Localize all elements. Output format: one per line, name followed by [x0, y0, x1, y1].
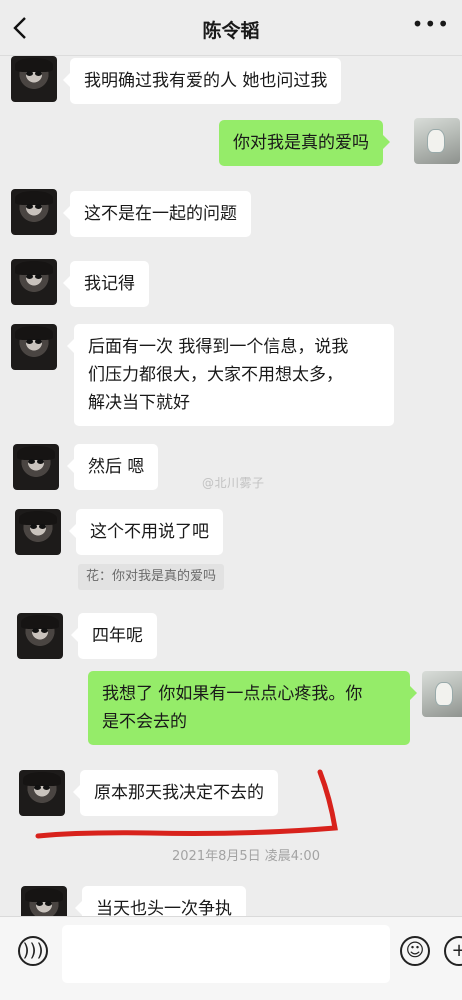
message-list[interactable]: 我明确过我有爱的人 她也问过我 你对我是真的爱吗 这不是在一起的问题 我记得 后…	[0, 56, 462, 916]
contact-avatar[interactable]	[11, 324, 57, 370]
message-bubble[interactable]: 四年呢	[71, 613, 157, 659]
message-bubble[interactable]: 原本那天我决定不去的	[73, 770, 278, 816]
message-line: 们压力都很大，大家不用想太多，	[88, 365, 343, 385]
chat-input-bar: ))) ☺ +	[0, 916, 462, 1000]
contact-avatar[interactable]	[17, 613, 63, 659]
contact-avatar[interactable]	[11, 56, 57, 102]
chat-title: 陈令韬	[202, 20, 260, 42]
message-bubble[interactable]: 我记得	[63, 261, 149, 307]
chat-header: 陈令韬 •••	[0, 0, 462, 56]
message-line: 后面有一次 我得到一个信息，说我	[88, 337, 349, 357]
contact-avatar[interactable]	[15, 509, 61, 555]
message-bubble[interactable]: 我明确过我有爱的人 她也问过我	[62, 58, 342, 104]
message-bubble[interactable]: 后面有一次 我得到一个信息，说我 们压力都很大，大家不用想太多， 解决当下就好	[67, 324, 394, 426]
voice-icon[interactable]: )))	[18, 936, 48, 966]
my-avatar[interactable]	[414, 118, 460, 164]
message-bubble-sent[interactable]: 我想了 你如果有一点点心疼我。你 是不会去的	[88, 671, 417, 745]
message-bubble[interactable]: 当天也头一次争执	[75, 886, 246, 916]
message-line: 解决当下就好	[88, 393, 190, 413]
message-bubble-sent[interactable]: 你对我是真的爱吗	[219, 120, 390, 166]
message-line: 我想了 你如果有一点点心疼我。你	[102, 684, 363, 704]
message-timestamp: 2021年8月5日 凌晨4:00	[172, 849, 320, 864]
watermark: @北川雾子	[202, 476, 265, 490]
contact-avatar[interactable]	[13, 444, 59, 490]
more-icon[interactable]: •••	[412, 12, 450, 36]
quoted-message[interactable]: 花：你对我是真的爱吗	[78, 564, 225, 590]
plus-icon[interactable]: +	[444, 936, 462, 966]
message-bubble[interactable]: 这不是在一起的问题	[63, 191, 251, 237]
message-bubble[interactable]: 这个不用说了吧	[69, 509, 223, 555]
contact-avatar[interactable]	[11, 259, 57, 305]
contact-avatar[interactable]	[21, 886, 67, 916]
my-avatar[interactable]	[422, 671, 462, 717]
emoji-icon[interactable]: ☺	[400, 936, 430, 966]
contact-avatar[interactable]	[19, 770, 65, 816]
message-input[interactable]	[62, 925, 390, 983]
contact-avatar[interactable]	[11, 189, 57, 235]
message-bubble[interactable]: 然后 嗯	[66, 444, 159, 490]
message-line: 是不会去的	[102, 712, 187, 732]
